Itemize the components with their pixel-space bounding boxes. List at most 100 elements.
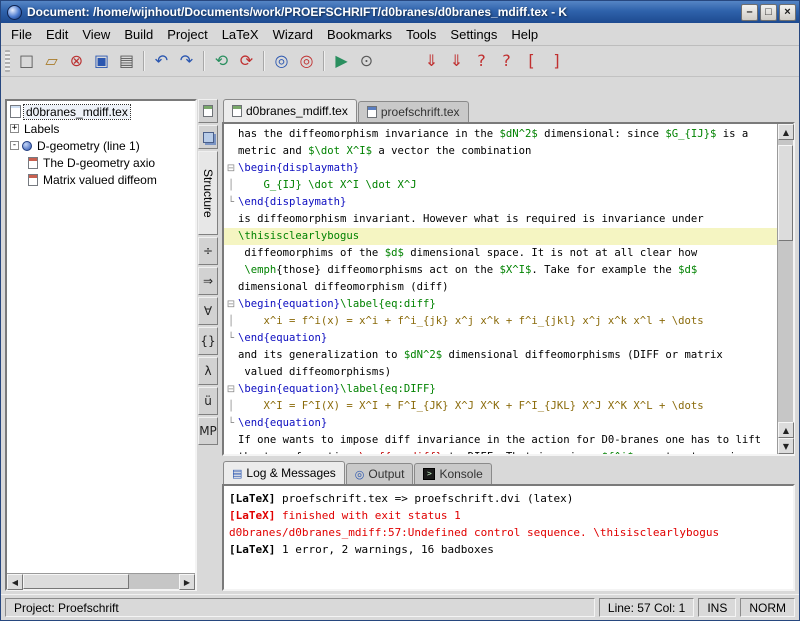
find-button[interactable]: ⊙ (354, 49, 379, 74)
hscroll-thumb[interactable] (23, 574, 129, 589)
code-line[interactable]: ⊟\begin{equation}\label{eq:DIFF} (224, 381, 777, 398)
undo-button[interactable]: ↶ (149, 49, 174, 74)
code-line[interactable]: │ X^I = F^I(X) = X^I + F^I_{JK} X^J X^K … (224, 398, 777, 415)
code-line[interactable]: the transformation \ref{eq:diff} to DIFF… (224, 449, 777, 454)
code-line[interactable]: └\end{equation} (224, 330, 777, 347)
view-pdf-button[interactable]: ◎ (294, 49, 319, 74)
window-close-button[interactable]: × (779, 4, 796, 21)
code-line[interactable]: │ G_{IJ} \dot X^I \dot X^J (224, 177, 777, 194)
menu-latex[interactable]: LaTeX (215, 24, 266, 45)
gutter-cell: └ (224, 194, 238, 211)
code-line[interactable]: └\end{equation} (224, 415, 777, 432)
code-segment: . Take for example the (531, 264, 678, 276)
tree-item[interactable]: -D-geometry (line 1) (7, 137, 195, 154)
code-line[interactable]: \emph{those} diffeomorphisms act on the … (224, 262, 777, 279)
window-maximize-button[interactable]: □ (760, 4, 777, 21)
new-document-button[interactable]: □ (14, 49, 39, 74)
editor-tab-proefschrift-tex[interactable]: proefschrift.tex (358, 101, 469, 122)
tree-item[interactable]: The D-geometry axio (7, 154, 195, 171)
tree-item[interactable]: +Labels (7, 120, 195, 137)
vscroll-track[interactable] (778, 140, 793, 422)
open-document-button[interactable]: ▱ (39, 49, 64, 74)
fold-marker-icon[interactable]: ⊟ (224, 296, 238, 313)
view-dvi-button[interactable]: ◎ (269, 49, 294, 74)
menu-tools[interactable]: Tools (399, 24, 443, 45)
symbol-tab-3[interactable]: {} (198, 327, 218, 355)
project-tab[interactable] (198, 125, 218, 149)
symbol-tab-6[interactable]: MP (198, 417, 218, 445)
scroll-up-button-bottom[interactable]: ▲ (778, 422, 794, 438)
next-error-button[interactable]: ⇓ (419, 49, 444, 74)
symbol-tab-0[interactable]: ÷ (198, 237, 218, 265)
toolbar-handle[interactable] (5, 50, 10, 72)
code-line[interactable]: is diffeomorphism invariant. However wha… (224, 211, 777, 228)
hscroll-track[interactable] (23, 574, 179, 589)
tab-log-messages[interactable]: ▤Log & Messages (223, 461, 345, 484)
titlebar[interactable]: Document: /home/wijnhout/Documents/work/… (1, 1, 799, 23)
code-line[interactable]: has the diffeomorphism invariance in the… (224, 126, 777, 143)
app-icon[interactable] (7, 5, 22, 20)
editor-vscrollbar[interactable]: ▲ ▲ ▼ (777, 124, 793, 454)
scroll-up-button[interactable]: ▲ (778, 124, 794, 140)
editor-tab-d0branes-mdiff-tex[interactable]: d0branes_mdiff.tex (223, 99, 357, 122)
save-document-button[interactable]: ▣ (89, 49, 114, 74)
menu-settings[interactable]: Settings (443, 24, 504, 45)
log-view[interactable]: [LaTeX] proefschrift.tex => proefschrift… (224, 486, 793, 562)
code-line[interactable]: and its generalization to $dN^2$ dimensi… (224, 347, 777, 364)
tree-hscrollbar[interactable]: ◀ ▶ (7, 573, 195, 589)
insert-close-bracket-button[interactable]: ] (544, 49, 569, 74)
log-line[interactable]: [LaTeX] finished with exit status 1 (229, 507, 788, 524)
vscroll-thumb[interactable] (778, 145, 793, 241)
code-line[interactable]: └\end{displaymath} (224, 194, 777, 211)
symbol-tab-4[interactable]: λ (198, 357, 218, 385)
code-line[interactable]: valued diffeomorphisms) (224, 364, 777, 381)
code-line[interactable]: diffeomorphims of the $d$ dimensional sp… (224, 245, 777, 262)
compile-pdflatex-button[interactable]: ⟳ (234, 49, 259, 74)
context-help-button[interactable]: ? (469, 49, 494, 74)
expander-icon[interactable]: + (10, 124, 19, 133)
log-line[interactable]: d0branes/d0branes_mdiff:57:Undefined con… (229, 524, 788, 541)
code-line[interactable]: ⊟\begin{displaymath} (224, 160, 777, 177)
menu-help[interactable]: Help (504, 24, 545, 45)
structure-tab[interactable]: Structure (198, 151, 218, 235)
insert-open-bracket-button[interactable]: [ (519, 49, 544, 74)
compile-latex-button[interactable]: ⟲ (209, 49, 234, 74)
tree-item[interactable]: d0branes_mdiff.tex (7, 103, 195, 120)
editor-text-area[interactable]: has the diffeomorphism invariance in the… (224, 124, 777, 454)
menu-view[interactable]: View (75, 24, 117, 45)
close-document-button[interactable]: ⊗ (64, 49, 89, 74)
log-line[interactable]: [LaTeX] 1 error, 2 warnings, 16 badboxes (229, 541, 788, 558)
menu-project[interactable]: Project (160, 24, 214, 45)
menu-edit[interactable]: Edit (39, 24, 75, 45)
symbol-tab-5[interactable]: ü (198, 387, 218, 415)
menu-file[interactable]: File (4, 24, 39, 45)
redo-button[interactable]: ↷ (174, 49, 199, 74)
fold-marker-icon[interactable]: ⊟ (224, 381, 238, 398)
print-document-button[interactable]: ▤ (114, 49, 139, 74)
code-line[interactable]: dimensional diffeomorphism (diff) (224, 279, 777, 296)
scroll-right-button[interactable]: ▶ (179, 574, 195, 590)
quickbuild-button[interactable]: ▶ (329, 49, 354, 74)
tab-output[interactable]: ◎Output (346, 463, 414, 484)
tree-item[interactable]: Matrix valued diffeom (7, 171, 195, 188)
menu-build[interactable]: Build (117, 24, 160, 45)
latex-help-button[interactable]: ? (494, 49, 519, 74)
code-line[interactable]: │ x^i = f^i(x) = x^i + f^i_{jk} x^j x^k … (224, 313, 777, 330)
menu-wizard[interactable]: Wizard (266, 24, 320, 45)
code-line[interactable]: If one wants to impose diff invariance i… (224, 432, 777, 449)
tab-konsole[interactable]: >Konsole (414, 463, 491, 484)
menu-bookmarks[interactable]: Bookmarks (320, 24, 399, 45)
code-line[interactable]: \thisisclearlybogus (224, 228, 777, 245)
files-tab[interactable] (198, 99, 218, 123)
window-minimize-button[interactable]: – (741, 4, 758, 21)
scroll-left-button[interactable]: ◀ (7, 574, 23, 590)
fold-marker-icon[interactable]: ⊟ (224, 160, 238, 177)
code-line[interactable]: ⊟\begin{equation}\label{eq:diff} (224, 296, 777, 313)
symbol-tab-2[interactable]: ∀ (198, 297, 218, 325)
scroll-down-button[interactable]: ▼ (778, 438, 794, 454)
prev-error-button[interactable]: ⇓ (444, 49, 469, 74)
expander-icon[interactable]: - (10, 141, 19, 150)
log-line[interactable]: [LaTeX] proefschrift.tex => proefschrift… (229, 490, 788, 507)
symbol-tab-1[interactable]: ⇒ (198, 267, 218, 295)
code-line[interactable]: metric and $\dot X^I$ a vector the combi… (224, 143, 777, 160)
